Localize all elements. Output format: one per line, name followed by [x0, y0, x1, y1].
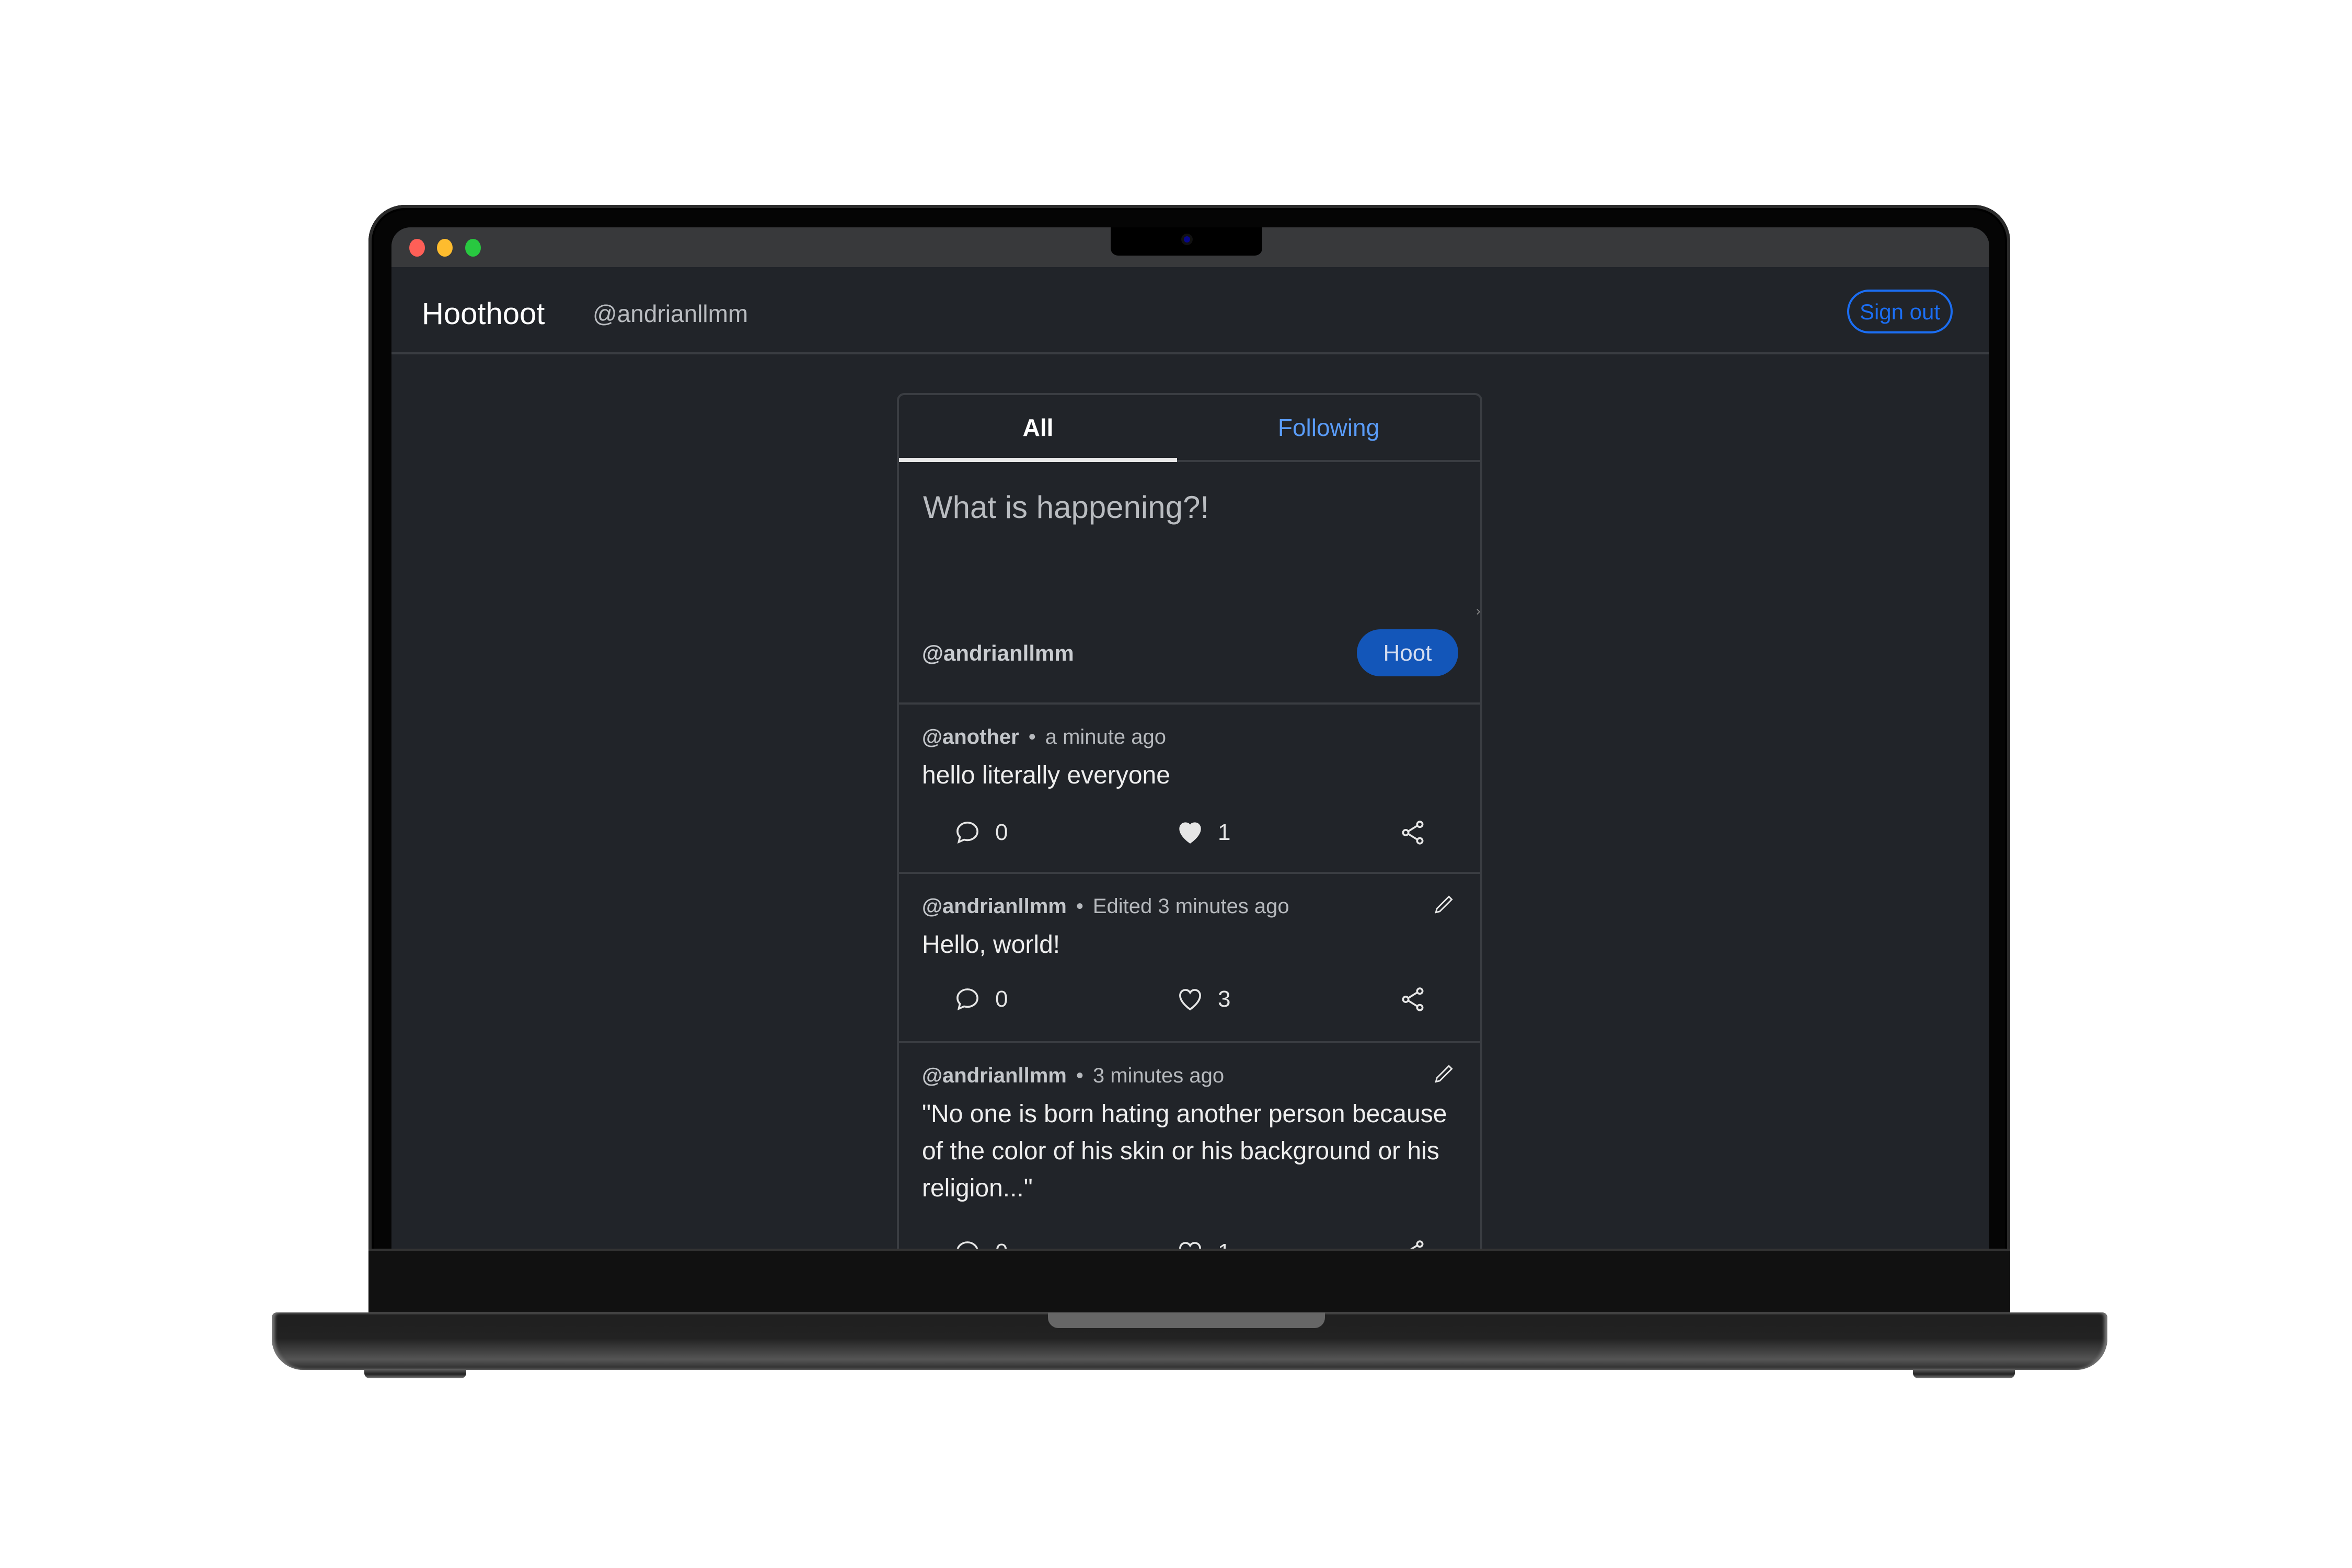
post-item: @another • a minute ago hello literally ev… [899, 705, 1480, 874]
post-separator: • [1028, 725, 1036, 748]
like-button[interactable]: 3 [1176, 981, 1230, 1018]
post-item: @andrianllmm • Edited 3 minutes ago Hello,… [899, 874, 1480, 1043]
textarea-resize-handle[interactable] [1474, 608, 1481, 615]
post-body: hello literally everyone [922, 762, 1170, 789]
post-actions: 0 1 [899, 814, 1480, 851]
camera-icon [1184, 236, 1190, 243]
composer-username: @andrianllmm [922, 641, 1074, 665]
post-author[interactable]: @andrianllmm [922, 1064, 1067, 1087]
share-icon [1402, 821, 1424, 845]
pencil-icon[interactable] [1432, 1061, 1455, 1087]
like-button[interactable]: 1 [1176, 1234, 1230, 1249]
top-navbar: Hoothoot @andrianllmm Sign out [391, 267, 1989, 354]
pencil-icon[interactable] [1432, 892, 1455, 918]
post-separator: • [1076, 1064, 1083, 1087]
comment-button[interactable]: 0 [953, 1234, 1008, 1249]
post-actions: 0 1 [899, 1234, 1480, 1249]
camera-notch [1111, 227, 1262, 256]
share-icon [1410, 1240, 1424, 1249]
heart-icon [1179, 1242, 1201, 1249]
post-header: @andrianllmm • Edited 3 minutes ago [922, 895, 1289, 918]
tab-following[interactable]: Following [1177, 395, 1480, 460]
browser-window: Hoothoot @andrianllmm Sign out All Follo… [391, 227, 1989, 1249]
post-timestamp: Edited 3 minutes ago [1092, 895, 1289, 918]
post-timestamp: 3 minutes ago [1092, 1064, 1225, 1087]
window-titlebar [391, 227, 1989, 267]
share-button[interactable] [1399, 814, 1440, 851]
comment-bubble-icon [956, 822, 978, 844]
laptop-base [272, 1312, 2107, 1370]
like-count: 3 [1218, 986, 1231, 1012]
comment-count: 0 [995, 1239, 1008, 1249]
comment-button[interactable]: 0 [953, 981, 1008, 1018]
post-actions: 0 3 [899, 981, 1480, 1018]
heart-icon [1179, 989, 1201, 1011]
tab-all[interactable]: All [899, 395, 1177, 462]
share-icon [1402, 987, 1424, 1011]
current-username: @andrianllmm [593, 300, 748, 327]
comment-count: 0 [995, 820, 1008, 845]
laptop-foot-right [1913, 1370, 2015, 1378]
share-button[interactable] [1399, 981, 1440, 1018]
like-count: 1 [1218, 820, 1231, 845]
laptop-foot-left [364, 1370, 466, 1378]
post-author[interactable]: @another [922, 725, 1019, 748]
minimize-window-button[interactable] [437, 239, 453, 257]
hoot-button[interactable]: Hoot [1357, 629, 1458, 676]
feed-card: All Following @andrianllmm Hoot @another… [897, 393, 1482, 1249]
post-author[interactable]: @andrianllmm [922, 895, 1067, 918]
comment-count: 0 [995, 986, 1008, 1012]
post-body: "No one is born hating another person be… [922, 1100, 1447, 1202]
like-button[interactable]: 1 [1176, 814, 1230, 851]
post-separator: • [1076, 895, 1083, 918]
post-header: @another • a minute ago [922, 725, 1166, 749]
post-item: @andrianllmm • 3 minutes ago "No one is bo… [899, 1043, 1480, 1249]
lid-opening-notch [1048, 1312, 1325, 1328]
laptop-chin [368, 1249, 2010, 1315]
heart-filled-icon [1179, 822, 1201, 844]
hoot-input[interactable] [922, 488, 1447, 590]
feed-tabs: All Following [899, 395, 1480, 462]
comment-button[interactable]: 0 [953, 814, 1008, 851]
hoot-composer: @andrianllmm Hoot [899, 462, 1481, 705]
post-header: @andrianllmm • 3 minutes ago [922, 1064, 1224, 1088]
app-brand[interactable]: Hoothoot [422, 296, 545, 331]
post-body: Hello, world! [922, 931, 1060, 959]
sign-out-button[interactable]: Sign out [1847, 290, 1953, 333]
maximize-window-button[interactable] [465, 239, 481, 257]
comment-bubble-icon [956, 988, 978, 1011]
share-button[interactable] [1399, 1234, 1440, 1249]
like-count: 1 [1218, 1239, 1230, 1249]
post-timestamp: a minute ago [1045, 725, 1166, 748]
comment-bubble-icon [956, 1241, 978, 1249]
close-window-button[interactable] [409, 239, 425, 257]
